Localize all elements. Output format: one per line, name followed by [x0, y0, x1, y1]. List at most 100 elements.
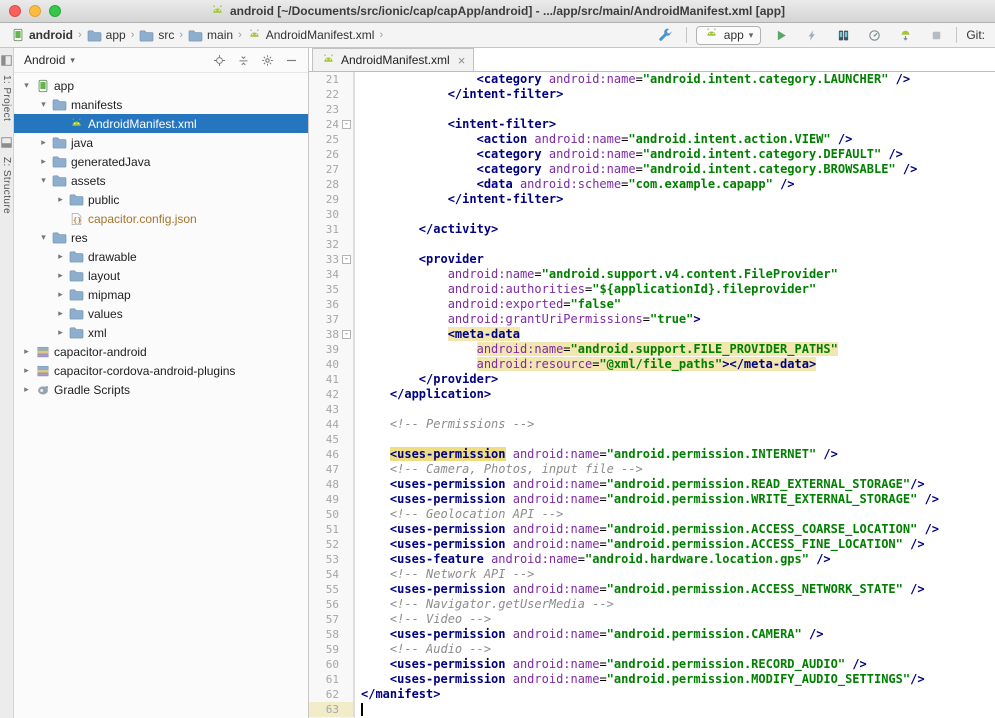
code-line-43[interactable]: 43: [309, 402, 995, 417]
tree-collapsed-arrow-icon[interactable]: ▸: [54, 251, 67, 262]
tree-collapsed-arrow-icon[interactable]: ▸: [54, 194, 67, 205]
tree-expanded-arrow-icon[interactable]: ▾: [37, 175, 50, 186]
tree-item-capacitor-android[interactable]: ▸capacitor-android: [14, 342, 308, 361]
code-line-47[interactable]: 47 <!-- Camera, Photos, input file -->: [309, 462, 995, 477]
line-number[interactable]: 28: [309, 177, 354, 192]
tree-item-values[interactable]: ▸values: [14, 304, 308, 323]
tree-item-generatedjava[interactable]: ▸generatedJava: [14, 152, 308, 171]
tree-collapsed-arrow-icon[interactable]: ▸: [20, 384, 33, 395]
tree-item-assets[interactable]: ▾assets: [14, 171, 308, 190]
line-number[interactable]: 55: [309, 582, 354, 597]
fold-marker-icon[interactable]: -: [342, 120, 351, 129]
fold-marker-icon[interactable]: -: [342, 255, 351, 264]
code-line-25[interactable]: 25 <action android:name="android.intent.…: [309, 132, 995, 147]
line-number[interactable]: 35: [309, 282, 354, 297]
line-number[interactable]: 48: [309, 477, 354, 492]
line-number[interactable]: 25: [309, 132, 354, 147]
code-line-36[interactable]: 36 android:exported="false": [309, 297, 995, 312]
code-line-54[interactable]: 54 <!-- Network API -->: [309, 567, 995, 582]
code-line-46[interactable]: 46 <uses-permission android:name="androi…: [309, 447, 995, 462]
tree-item-capacitor-config-json[interactable]: {}capacitor.config.json: [14, 209, 308, 228]
sdk-manager-button[interactable]: [894, 25, 916, 45]
line-number[interactable]: 50: [309, 507, 354, 522]
line-number[interactable]: 27: [309, 162, 354, 177]
code-line-39[interactable]: 39 android:name="android.support.FILE_PR…: [309, 342, 995, 357]
edit-configurations-button[interactable]: [655, 25, 677, 45]
line-number[interactable]: 21: [309, 72, 354, 87]
tree-item-mipmap[interactable]: ▸mipmap: [14, 285, 308, 304]
breadcrumb-item-androidmanifest-xml[interactable]: AndroidManifest.xml: [244, 27, 378, 43]
line-number[interactable]: 30: [309, 207, 354, 222]
tree-item-java[interactable]: ▸java: [14, 133, 308, 152]
tree-item-res[interactable]: ▾res: [14, 228, 308, 247]
code-line-44[interactable]: 44 <!-- Permissions -->: [309, 417, 995, 432]
code-line-55[interactable]: 55 <uses-permission android:name="androi…: [309, 582, 995, 597]
line-number[interactable]: 33-: [309, 252, 354, 267]
code-line-24[interactable]: 24- <intent-filter>: [309, 117, 995, 132]
line-number[interactable]: 44: [309, 417, 354, 432]
breadcrumb-item-src[interactable]: src: [136, 27, 177, 43]
apply-changes-button[interactable]: [801, 25, 823, 45]
code-line-29[interactable]: 29 </intent-filter>: [309, 192, 995, 207]
line-number[interactable]: 32: [309, 237, 354, 252]
tree-item-manifests[interactable]: ▾manifests: [14, 95, 308, 114]
line-number[interactable]: 29: [309, 192, 354, 207]
line-number[interactable]: 52: [309, 537, 354, 552]
line-number[interactable]: 61: [309, 672, 354, 687]
code-line-51[interactable]: 51 <uses-permission android:name="androi…: [309, 522, 995, 537]
line-number[interactable]: 43: [309, 402, 354, 417]
project-tool-button[interactable]: 1: Project: [1, 53, 12, 121]
tree-item-xml[interactable]: ▸xml: [14, 323, 308, 342]
code-line-22[interactable]: 22 </intent-filter>: [309, 87, 995, 102]
stop-button[interactable]: [925, 25, 947, 45]
line-number[interactable]: 41: [309, 372, 354, 387]
tree-item-androidmanifest-xml[interactable]: AndroidManifest.xml: [14, 114, 308, 133]
code-line-41[interactable]: 41 </provider>: [309, 372, 995, 387]
code-line-52[interactable]: 52 <uses-permission android:name="androi…: [309, 537, 995, 552]
code-line-59[interactable]: 59 <!-- Audio -->: [309, 642, 995, 657]
project-view-selector[interactable]: Android ▾: [21, 51, 78, 69]
line-number[interactable]: 46: [309, 447, 354, 462]
code-line-40[interactable]: 40 android:resource="@xml/file_paths"></…: [309, 357, 995, 372]
locate-icon[interactable]: [213, 54, 226, 67]
code-line-35[interactable]: 35 android:authorities="${applicationId}…: [309, 282, 995, 297]
code-line-31[interactable]: 31 </activity>: [309, 222, 995, 237]
line-number[interactable]: 22: [309, 87, 354, 102]
minimize-window-button[interactable]: [29, 5, 41, 17]
line-number[interactable]: 38-: [309, 327, 354, 342]
code-line-45[interactable]: 45: [309, 432, 995, 447]
code-line-63[interactable]: 63: [309, 702, 995, 717]
hide-icon[interactable]: [285, 54, 298, 67]
code-line-62[interactable]: 62</manifest>: [309, 687, 995, 702]
code-line-56[interactable]: 56 <!-- Navigator.getUserMedia -->: [309, 597, 995, 612]
code-line-21[interactable]: 21 <category android:name="android.inten…: [309, 72, 995, 87]
line-number[interactable]: 40: [309, 357, 354, 372]
code-line-58[interactable]: 58 <uses-permission android:name="androi…: [309, 627, 995, 642]
code-line-48[interactable]: 48 <uses-permission android:name="androi…: [309, 477, 995, 492]
code-line-28[interactable]: 28 <data android:scheme="com.example.cap…: [309, 177, 995, 192]
git-widget[interactable]: Git:: [966, 28, 987, 42]
settings-icon[interactable]: [261, 54, 274, 67]
tree-item-public[interactable]: ▸public: [14, 190, 308, 209]
code-line-61[interactable]: 61 <uses-permission android:name="androi…: [309, 672, 995, 687]
breadcrumb-item-app[interactable]: app: [84, 27, 129, 43]
tree-collapsed-arrow-icon[interactable]: ▸: [54, 308, 67, 319]
code-line-49[interactable]: 49 <uses-permission android:name="androi…: [309, 492, 995, 507]
tree-collapsed-arrow-icon[interactable]: ▸: [54, 270, 67, 281]
code-line-38[interactable]: 38- <meta-data: [309, 327, 995, 342]
breadcrumb-item-android[interactable]: android: [8, 27, 76, 43]
line-number[interactable]: 51: [309, 522, 354, 537]
line-number[interactable]: 49: [309, 492, 354, 507]
tree-expanded-arrow-icon[interactable]: ▾: [37, 232, 50, 243]
line-number[interactable]: 62: [309, 687, 354, 702]
code-line-26[interactable]: 26 <category android:name="android.inten…: [309, 147, 995, 162]
tree-item-gradle-scripts[interactable]: ▸Gradle Scripts: [14, 380, 308, 399]
fold-marker-icon[interactable]: -: [342, 330, 351, 339]
code-line-57[interactable]: 57 <!-- Video -->: [309, 612, 995, 627]
line-number[interactable]: 53: [309, 552, 354, 567]
close-tab-icon[interactable]: ×: [458, 54, 466, 67]
line-number[interactable]: 63: [309, 702, 354, 717]
zoom-window-button[interactable]: [49, 5, 61, 17]
line-number[interactable]: 47: [309, 462, 354, 477]
tree-collapsed-arrow-icon[interactable]: ▸: [20, 365, 33, 376]
